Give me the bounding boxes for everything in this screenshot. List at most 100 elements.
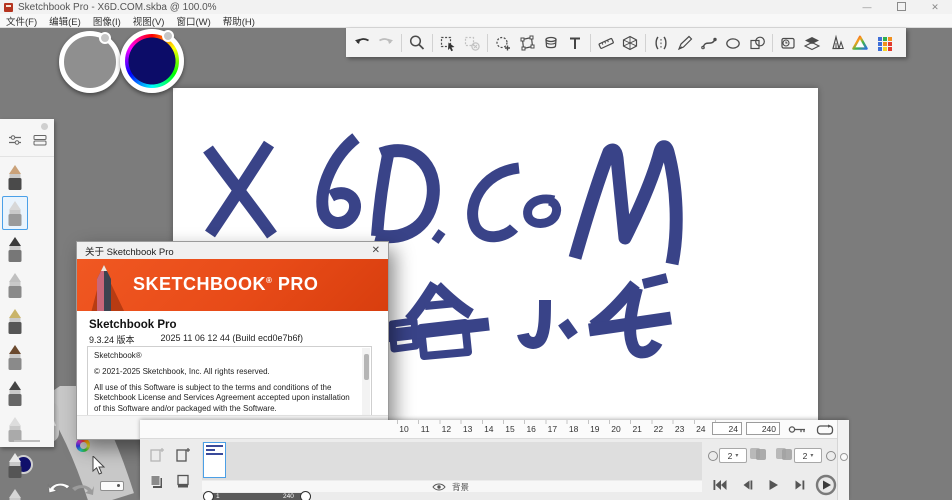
app-logo-icon (4, 3, 13, 12)
perspective-guide-icon[interactable] (618, 31, 642, 55)
ruler-icon[interactable] (594, 31, 618, 55)
current-frame-input[interactable]: 24 (712, 422, 742, 435)
timeline-scrubber[interactable]: 1 240 (203, 493, 311, 500)
brush-panel (0, 119, 54, 447)
main-toolbar (346, 28, 906, 57)
lagoon-slider[interactable] (100, 481, 124, 491)
about-banner: SKETCHBOOK® PRO (77, 259, 388, 311)
ruler-number: 13 (460, 424, 476, 434)
window-titlebar: Sketchbook Pro - X6D.COM.skba @ 100.0% —… (0, 0, 952, 14)
brush-settings-icon[interactable] (7, 133, 23, 152)
select-icon[interactable] (436, 31, 460, 55)
ruler-number: 19 (587, 424, 603, 434)
panel-edge-strip (837, 420, 849, 500)
onion-skin-after-icon[interactable] (776, 448, 793, 461)
onion-next-toggle[interactable] (826, 451, 836, 461)
brush-eraser-hard[interactable] (2, 448, 28, 482)
menu-bar: 文件(F)编辑(E)图像(I)视图(V)窗口(W)帮助(H) (0, 14, 952, 28)
frame-track[interactable] (202, 442, 702, 480)
brush-fountain-pen[interactable] (2, 304, 28, 338)
mouse-cursor (92, 456, 106, 476)
brush-sets-icon[interactable] (32, 133, 48, 152)
range-end-handle[interactable] (300, 491, 311, 500)
color-puck-notch[interactable] (162, 30, 174, 42)
range-start-handle[interactable] (203, 491, 214, 500)
add-keyframe-before-icon[interactable] (148, 446, 166, 464)
onion-prev-select[interactable]: 2▾ (719, 448, 747, 463)
shapes-icon[interactable] (745, 31, 769, 55)
symmetry-icon[interactable] (649, 31, 673, 55)
deselect-icon[interactable] (460, 31, 484, 55)
add-keyframe-after-icon[interactable] (174, 446, 192, 464)
ruler-number: 16 (523, 424, 539, 434)
ink-brush-icon (5, 344, 25, 371)
predictive-curve-icon[interactable] (697, 31, 721, 55)
magic-select-icon[interactable] (491, 31, 515, 55)
play-loop-icon[interactable] (815, 474, 837, 496)
range-end-label: 240 (283, 493, 294, 500)
brush-library-icon[interactable] (824, 31, 848, 55)
brush-puck-notch[interactable] (99, 32, 111, 44)
graphite-pencil-icon (5, 380, 25, 407)
menu-item[interactable]: 帮助(H) (217, 14, 261, 28)
license-scrollbar[interactable] (362, 348, 370, 420)
frame-ruler[interactable]: 24 240 101112131415161718192021222324 (140, 420, 837, 439)
color-puck[interactable] (120, 29, 184, 93)
total-frames-input[interactable]: 240 (746, 422, 780, 435)
play-icon[interactable] (766, 478, 780, 492)
brush-panel-header[interactable] (0, 119, 54, 131)
time-lapse-icon[interactable] (776, 31, 800, 55)
license-scroll-thumb[interactable] (364, 354, 369, 380)
onion-next-select[interactable]: 2▾ (794, 448, 822, 463)
redo-icon[interactable] (374, 31, 398, 55)
menu-item[interactable]: 视图(V) (127, 14, 171, 28)
close-button[interactable]: ✕ (918, 2, 952, 13)
maximize-icon (897, 2, 906, 11)
about-dialog-titlebar[interactable]: 关于 Sketchbook Pro ✕ (77, 242, 388, 259)
brush-graphite-pencil[interactable] (2, 376, 28, 410)
color-wheel-shortcut-icon[interactable] (76, 438, 90, 452)
menu-item[interactable]: 图像(I) (87, 14, 127, 28)
zoom-icon[interactable] (405, 31, 429, 55)
keyframe-icon[interactable] (788, 424, 808, 435)
go-to-start-icon[interactable] (712, 478, 728, 492)
selected-frame-thumbnail[interactable] (203, 442, 226, 478)
brush-panel-grip[interactable] (14, 440, 40, 442)
menu-item[interactable]: 窗口(W) (170, 14, 216, 28)
background-layer-row[interactable]: 背景 (202, 481, 702, 492)
layers-icon[interactable] (800, 31, 824, 55)
brush-puck[interactable] (59, 31, 121, 93)
menu-item[interactable]: 文件(F) (0, 14, 43, 28)
loop-icon[interactable] (816, 424, 834, 436)
brush-pencil[interactable] (2, 160, 28, 194)
text-icon[interactable] (563, 31, 587, 55)
onion-skin-before-icon[interactable] (750, 448, 767, 461)
eye-icon[interactable] (432, 482, 446, 492)
ellipse-guide-icon[interactable] (721, 31, 745, 55)
color-palette-icon[interactable] (872, 31, 896, 55)
next-frame-icon[interactable] (792, 478, 806, 492)
previous-frame-icon[interactable] (740, 478, 754, 492)
ruler-number: 22 (650, 424, 666, 434)
color-editor-icon[interactable] (848, 31, 872, 55)
dialog-close-icon[interactable]: ✕ (372, 245, 380, 256)
brush-chisel-marker[interactable] (2, 232, 28, 266)
frame-layers-icon[interactable] (174, 472, 192, 490)
license-box[interactable]: Sketchbook®© 2021-2025 Sketchbook, Inc. … (87, 346, 372, 422)
polyline-select-icon[interactable] (515, 31, 539, 55)
panel-handle-dot[interactable] (41, 123, 48, 130)
duplicate-frame-icon[interactable] (148, 472, 166, 490)
onion-prev-toggle[interactable] (708, 451, 718, 461)
build-label: 2025 11 06 12 44 (Build ecd0e7b6f) (161, 333, 303, 346)
brush-technical-pen[interactable] (2, 268, 28, 302)
brush-eraser-soft[interactable] (2, 484, 28, 500)
panel-edge-handle[interactable] (840, 453, 848, 461)
menu-item[interactable]: 编辑(E) (43, 14, 87, 28)
fill-icon[interactable] (539, 31, 563, 55)
undo-icon[interactable] (350, 31, 374, 55)
minimize-button[interactable]: — (850, 2, 884, 12)
brush-ink-brush[interactable] (2, 340, 28, 374)
brush-ballpoint-pen[interactable] (2, 196, 28, 230)
stroke-pen-icon[interactable] (673, 31, 697, 55)
maximize-button[interactable] (884, 2, 918, 13)
